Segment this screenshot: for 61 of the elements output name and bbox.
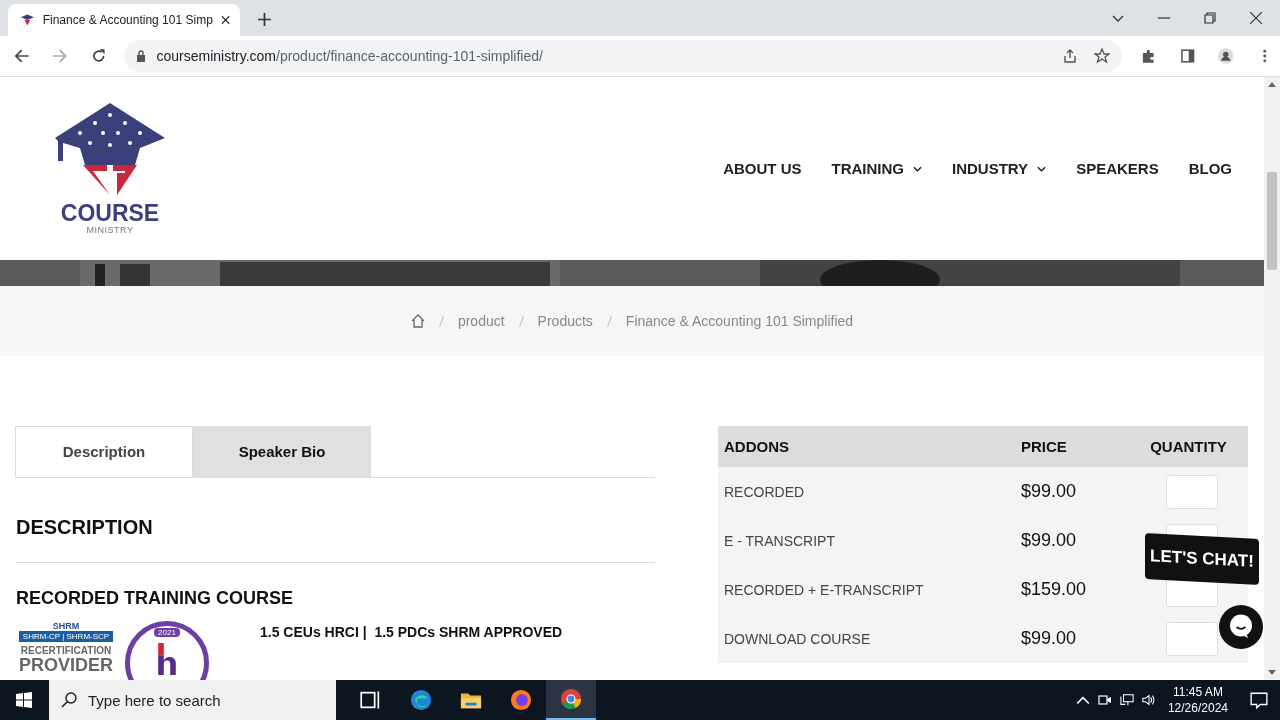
plus-icon[interactable] [258, 13, 271, 26]
chat-icon[interactable] [1219, 605, 1263, 649]
tab-title: Finance & Accounting 101 Simp [42, 13, 213, 27]
addon-name: E - TRANSCRIPT [723, 532, 836, 549]
shrm-badge: SHRM SHRM-CP | SHRM-SCP RECERTIFICATION PROVIDER [15, 621, 117, 674]
windows-icon[interactable] [16, 692, 32, 708]
back-icon[interactable] [14, 48, 30, 64]
share-icon[interactable] [1062, 48, 1079, 64]
nav-link[interactable]: BLOG [1188, 160, 1232, 177]
search-icon [61, 692, 77, 708]
notification-icon[interactable] [1250, 691, 1268, 709]
tab[interactable]: Speaker Bio [193, 426, 371, 477]
addon-price: $99.00 [1021, 530, 1078, 551]
nav-link[interactable]: TRAINING [831, 160, 922, 177]
cap-icon [20, 12, 35, 28]
site-logo[interactable]: COURSE MINISTRY [55, 102, 165, 235]
column-header: PRICE [1021, 438, 1068, 455]
scroll-up-icon[interactable] [1268, 81, 1276, 87]
home-icon[interactable] [410, 314, 425, 328]
reload-icon[interactable] [90, 48, 107, 64]
addon-price: $99.00 [1021, 481, 1078, 502]
scrollbar-thumb[interactable] [1267, 172, 1277, 270]
side-panel-icon[interactable] [1179, 48, 1196, 64]
chrome-icon[interactable] [560, 688, 582, 710]
addon-price: $159.00 [1021, 579, 1088, 600]
address-bar[interactable]: courseministry.com/product/finance-accounting-101-simplified/ [124, 40, 1123, 72]
chat-tooltip[interactable]: LET'S CHAT! [1145, 533, 1259, 585]
puzzle-icon[interactable] [1141, 48, 1157, 64]
credits-text: 1.5 CEUs HRCI | 1.5 PDCs SHRM APPROVED [260, 624, 563, 640]
tab[interactable]: Description [15, 426, 193, 477]
profile-icon[interactable] [1218, 48, 1234, 64]
column-header: ADDONS [723, 438, 790, 455]
clock[interactable]: 11:45 AM 12/26/2024 [1167, 684, 1228, 716]
quantity-field[interactable] [1165, 474, 1218, 509]
camera-icon[interactable] [1097, 693, 1112, 707]
section-heading: DESCRIPTION [16, 516, 655, 563]
search-field[interactable]: Type here to search [49, 680, 336, 720]
caret-icon [913, 165, 922, 172]
nav-link[interactable]: INDUSTRY [952, 160, 1047, 177]
current-page-text: Finance & Accounting 101 Simplified [625, 313, 854, 329]
quantity-field[interactable] [1165, 621, 1218, 656]
course-heading: RECORDED TRAINING COURSE [16, 588, 294, 609]
lock-icon [136, 50, 147, 62]
scroll-down-icon[interactable] [1268, 670, 1276, 676]
task-view-icon[interactable] [360, 689, 382, 711]
close-icon[interactable] [1250, 12, 1262, 24]
network-icon[interactable] [1119, 693, 1134, 707]
caret-icon [1037, 165, 1047, 172]
nav-link[interactable]: ABOUT US [723, 160, 802, 177]
star-icon[interactable] [1094, 48, 1111, 64]
url-text: courseministry.com/product/finance-accounting-101-simplified/ [156, 48, 543, 64]
close-icon[interactable] [220, 15, 230, 25]
addon-price: $99.00 [1021, 628, 1078, 649]
addon-name: DOWNLOAD COURSE [723, 630, 872, 647]
addon-name: RECORDED + E-TRANSCRIPT [723, 581, 925, 598]
restore-icon[interactable] [1204, 12, 1216, 24]
nav-link[interactable]: SPEAKERS [1076, 160, 1159, 177]
addon-name: RECORDED [723, 483, 806, 500]
speaker-icon[interactable] [1141, 693, 1156, 707]
column-header: QUANTITY [1149, 438, 1228, 455]
browser-tab[interactable]: Finance & Accounting 101 Simp [8, 4, 240, 36]
